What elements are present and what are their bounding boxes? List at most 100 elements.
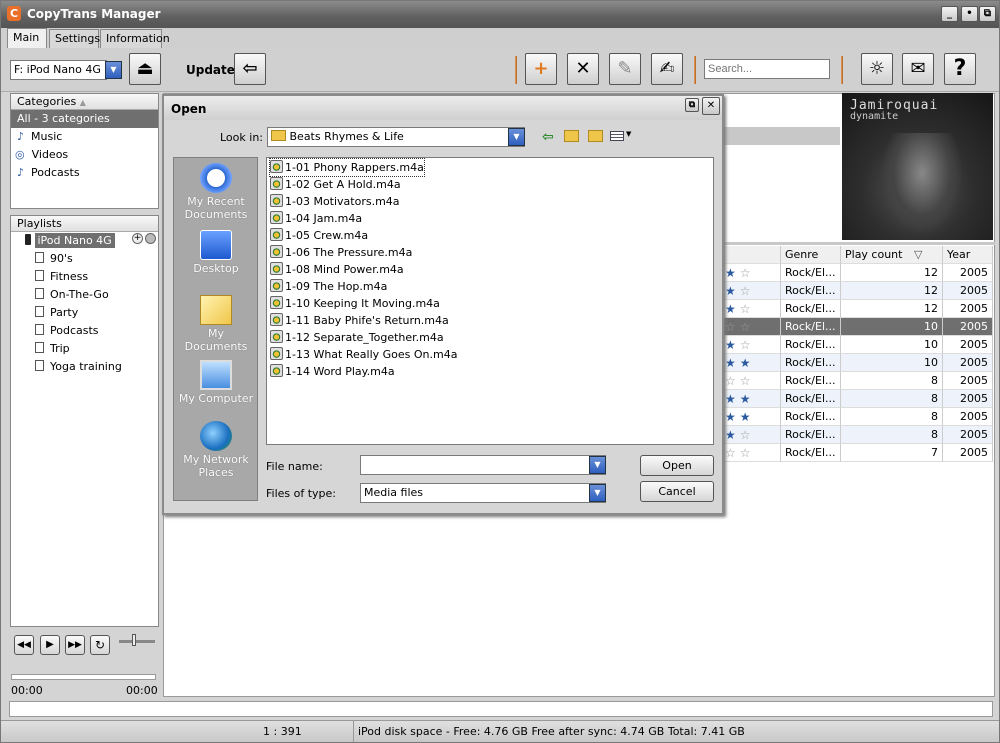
file-item[interactable]: 1-01 Phony Rappers.m4a	[269, 158, 425, 177]
star-empty-icon[interactable]: ☆	[725, 320, 736, 334]
category-podcasts[interactable]: ♪ Podcasts	[11, 164, 158, 182]
minimize-button[interactable]: _	[941, 6, 958, 22]
play-count-cell[interactable]: 8	[841, 390, 943, 408]
star-empty-icon[interactable]: ☆	[740, 428, 751, 442]
star-filled-icon[interactable]: ★	[725, 428, 736, 442]
grid-header-genre[interactable]: Genre	[781, 246, 841, 264]
playlist-item[interactable]: Fitness	[11, 268, 158, 286]
dialog-close-button[interactable]: ✕	[702, 97, 720, 115]
place-desktop[interactable]: Desktop	[175, 230, 257, 275]
star-filled-icon[interactable]: ★	[725, 410, 736, 424]
edit-info-button[interactable]: ✍	[651, 53, 683, 85]
star-filled-icon[interactable]: ★	[740, 392, 751, 406]
categories-header[interactable]: Categories ▲	[11, 94, 158, 110]
star-empty-icon[interactable]: ☆	[740, 284, 751, 298]
file-item[interactable]: 1-14 Word Play.m4a	[270, 363, 395, 380]
playlist-item[interactable]: Trip	[11, 340, 158, 358]
star-filled-icon[interactable]: ★	[725, 356, 736, 370]
maximize-button[interactable]: ⧉	[979, 6, 996, 22]
year-cell[interactable]: 2005	[943, 408, 993, 426]
genre-cell[interactable]: Rock/El...	[781, 372, 841, 390]
place-my-documents[interactable]: My Documents	[175, 295, 257, 353]
year-cell[interactable]: 2005	[943, 372, 993, 390]
tips-button[interactable]: ☼	[861, 53, 893, 85]
rating-cell[interactable]: ★ ★	[721, 408, 781, 426]
rating-cell[interactable]: ★ ☆	[721, 426, 781, 444]
feedback-button[interactable]: ✉	[902, 53, 934, 85]
file-item[interactable]: 1-08 Mind Power.m4a	[270, 261, 404, 278]
star-empty-icon[interactable]: ☆	[740, 338, 751, 352]
genre-cell[interactable]: Rock/El...	[781, 426, 841, 444]
rating-cell[interactable]: ★ ☆	[721, 282, 781, 300]
look-in-select[interactable]: Beats Rhymes & Life	[267, 127, 525, 147]
tab-information[interactable]: Information	[100, 29, 170, 48]
year-cell[interactable]: 2005	[943, 300, 993, 318]
playlist-item[interactable]: Podcasts	[11, 322, 158, 340]
play-count-cell[interactable]: 10	[841, 336, 943, 354]
chevron-down-icon[interactable]: ▼	[589, 456, 606, 474]
file-item[interactable]: 1-02 Get A Hold.m4a	[270, 176, 401, 193]
year-cell[interactable]: 2005	[943, 444, 993, 462]
star-filled-icon[interactable]: ★	[740, 356, 751, 370]
tab-settings[interactable]: Settings	[49, 29, 100, 48]
file-item[interactable]: 1-12 Separate_Together.m4a	[270, 329, 444, 346]
selected-album-row[interactable]	[724, 127, 840, 145]
dialog-restore-icon[interactable]: ⧉	[685, 98, 699, 112]
eject-button[interactable]: ⏏	[129, 53, 161, 85]
cancel-button[interactable]: Cancel	[640, 481, 714, 502]
rating-cell[interactable]: ★ ☆	[721, 300, 781, 318]
star-filled-icon[interactable]: ★	[740, 410, 751, 424]
year-cell[interactable]: 2005	[943, 282, 993, 300]
playlist-device[interactable]: iPod Nano 4G +	[11, 232, 158, 250]
year-cell[interactable]: 2005	[943, 318, 993, 336]
place-my-network[interactable]: My Network Places	[175, 421, 257, 479]
file-item[interactable]: 1-05 Crew.m4a	[270, 227, 368, 244]
play-button[interactable]: ▶	[40, 635, 60, 655]
year-cell[interactable]: 2005	[943, 264, 993, 282]
play-count-cell[interactable]: 12	[841, 300, 943, 318]
playlist-item[interactable]: Party	[11, 304, 158, 322]
rating-cell[interactable]: ★ ★	[721, 390, 781, 408]
restore-button[interactable]: •	[961, 6, 978, 22]
playlist-item[interactable]: Yoga training	[11, 358, 158, 376]
open-button[interactable]: Open	[640, 455, 714, 476]
file-item[interactable]: 1-03 Motivators.m4a	[270, 193, 400, 210]
delete-button[interactable]: ✕	[567, 53, 599, 85]
year-cell[interactable]: 2005	[943, 390, 993, 408]
grid-header-rating[interactable]	[721, 246, 781, 264]
add-button[interactable]: +	[525, 53, 557, 85]
genre-cell[interactable]: Rock/El...	[781, 408, 841, 426]
genre-cell[interactable]: Rock/El...	[781, 390, 841, 408]
star-empty-icon[interactable]: ☆	[725, 374, 736, 388]
genre-cell[interactable]: Rock/El...	[781, 354, 841, 372]
star-empty-icon[interactable]: ☆	[740, 302, 751, 316]
star-filled-icon[interactable]: ★	[725, 302, 736, 316]
star-empty-icon[interactable]: ☆	[740, 266, 751, 280]
playlist-item[interactable]: On-The-Go	[11, 286, 158, 304]
playlist-item[interactable]: 90's	[11, 250, 158, 268]
play-count-cell[interactable]: 8	[841, 372, 943, 390]
category-all[interactable]: All - 3 categories	[11, 110, 158, 128]
place-recent-documents[interactable]: My Recent Documents	[175, 163, 257, 221]
genre-cell[interactable]: Rock/El...	[781, 282, 841, 300]
play-count-cell[interactable]: 12	[841, 282, 943, 300]
play-count-cell[interactable]: 10	[841, 354, 943, 372]
chevron-down-icon[interactable]: ▼	[589, 484, 606, 502]
play-count-cell[interactable]: 10	[841, 318, 943, 336]
remove-playlist-icon[interactable]	[145, 233, 156, 244]
star-filled-icon[interactable]: ★	[725, 392, 736, 406]
rating-cell[interactable]: ☆ ☆	[721, 444, 781, 462]
file-item[interactable]: 1-09 The Hop.m4a	[270, 278, 387, 295]
progress-bar[interactable]	[11, 674, 156, 680]
help-button[interactable]: ?	[944, 53, 976, 85]
year-cell[interactable]: 2005	[943, 426, 993, 444]
edit-button[interactable]: ✎	[609, 53, 641, 85]
next-button[interactable]: ▶▶	[65, 635, 85, 655]
rating-cell[interactable]: ★ ☆	[721, 336, 781, 354]
year-cell[interactable]: 2005	[943, 354, 993, 372]
view-menu-icon[interactable]	[610, 131, 624, 141]
search-input[interactable]	[704, 59, 830, 79]
play-count-cell[interactable]: 8	[841, 408, 943, 426]
update-button[interactable]: ⇦	[234, 53, 266, 85]
star-empty-icon[interactable]: ☆	[740, 374, 751, 388]
